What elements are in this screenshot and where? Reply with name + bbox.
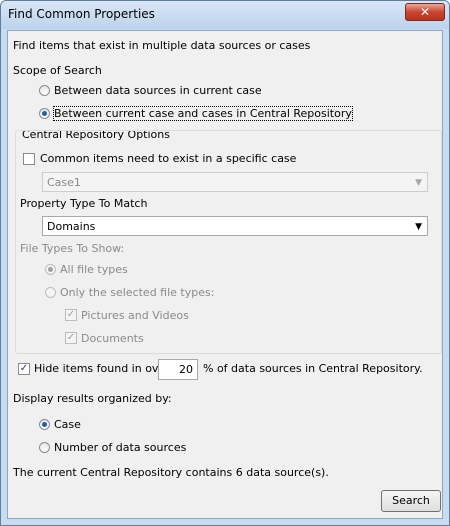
scope-label: Scope of Search bbox=[13, 64, 102, 77]
radio-current-case-label[interactable]: Between data sources in current case bbox=[54, 84, 262, 97]
documents-label[interactable]: Documents bbox=[81, 332, 144, 345]
property-type-label: Property Type To Match bbox=[20, 197, 148, 210]
display-label: Display results organized by: bbox=[13, 392, 172, 405]
window-title: Find Common Properties bbox=[8, 7, 155, 21]
case-combo[interactable]: Case1 ▼ bbox=[42, 172, 428, 192]
hide-items-percent-input[interactable]: 20 bbox=[158, 359, 198, 380]
check-icon: ✓ bbox=[66, 309, 76, 320]
radio-selected-file-types-label[interactable]: Only the selected file types: bbox=[60, 286, 214, 299]
hide-items-label[interactable]: Hide items found in over bbox=[34, 362, 170, 375]
chevron-down-icon: ▼ bbox=[415, 222, 422, 232]
check-icon: ✓ bbox=[19, 363, 29, 374]
pictures-label[interactable]: Pictures and Videos bbox=[81, 309, 189, 322]
hide-items-checkbox[interactable]: ✓ bbox=[18, 363, 30, 375]
file-types-label: File Types To Show: bbox=[20, 242, 125, 255]
radio-display-count-label[interactable]: Number of data sources bbox=[54, 441, 186, 454]
chevron-down-icon: ▼ bbox=[415, 178, 422, 188]
dialog-window: Find Common Properties ✕ Find items that… bbox=[0, 0, 450, 526]
radio-all-file-types[interactable] bbox=[45, 264, 56, 275]
radio-all-file-types-label[interactable]: All file types bbox=[60, 263, 128, 276]
title-bar[interactable]: Find Common Properties ✕ bbox=[1, 1, 449, 29]
close-button[interactable]: ✕ bbox=[405, 3, 445, 21]
status-text: The current Central Repository contains … bbox=[13, 466, 329, 479]
property-type-value: Domains bbox=[47, 220, 96, 233]
radio-display-count[interactable] bbox=[39, 442, 50, 453]
radio-central-repo[interactable] bbox=[39, 108, 50, 119]
radio-current-case[interactable] bbox=[39, 85, 50, 96]
radio-display-case[interactable] bbox=[39, 419, 50, 430]
radio-selected-file-types[interactable] bbox=[45, 287, 56, 298]
close-icon: ✕ bbox=[419, 5, 431, 19]
property-type-combo[interactable]: Domains ▼ bbox=[42, 216, 428, 236]
hide-items-suffix: % of data sources in Central Repository. bbox=[203, 362, 423, 375]
documents-checkbox[interactable]: ✓ bbox=[65, 332, 77, 344]
dialog-body: Find items that exist in multiple data s… bbox=[7, 30, 443, 519]
radio-display-case-label[interactable]: Case bbox=[54, 418, 81, 431]
specific-case-label[interactable]: Common items need to exist in a specific… bbox=[40, 152, 296, 165]
check-icon: ✓ bbox=[66, 332, 76, 343]
search-button[interactable]: Search bbox=[381, 490, 441, 512]
case-combo-value: Case1 bbox=[47, 176, 81, 189]
specific-case-checkbox[interactable] bbox=[23, 153, 35, 165]
radio-central-repo-label[interactable]: Between current case and cases in Centra… bbox=[53, 106, 353, 121]
description-text: Find items that exist in multiple data s… bbox=[13, 39, 311, 52]
pictures-checkbox[interactable]: ✓ bbox=[65, 309, 77, 321]
